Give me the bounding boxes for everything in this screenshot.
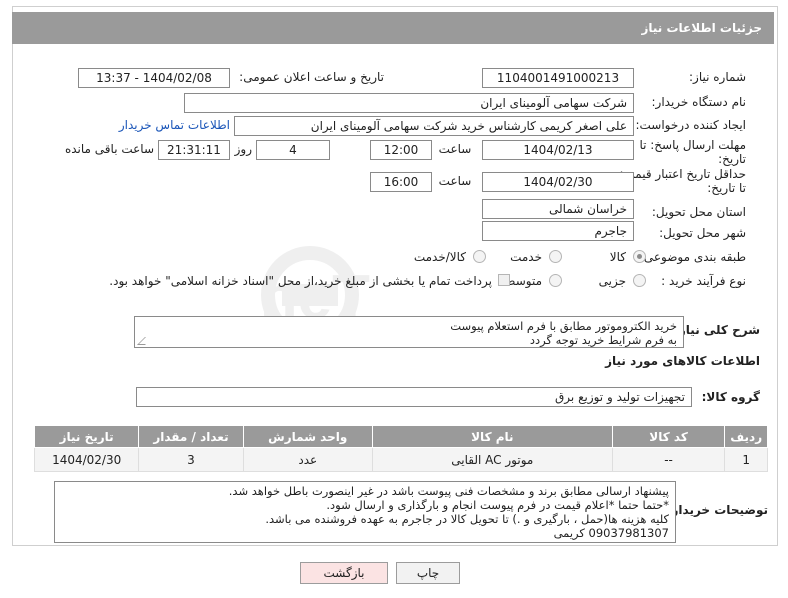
description-label: شرح کلی نیاز: [674, 323, 760, 337]
category-radio-service[interactable] [549, 250, 562, 263]
purchase-option-minor: جزیی [598, 274, 626, 288]
category-label: طبقه بندی موضوعی: [639, 250, 746, 264]
category-radio-goods-service[interactable] [473, 250, 486, 263]
category-radio-goods[interactable] [633, 250, 646, 263]
purchase-radio-minor[interactable] [633, 274, 646, 287]
cell-name: موتور AC القایی [371, 447, 613, 472]
cell-row: 1 [724, 447, 768, 472]
deadline-label-1: مهلت ارسال پاسخ: تا [639, 138, 746, 152]
province-label: استان محل تحویل: [651, 205, 746, 219]
creator-label: ایجاد کننده درخواست: [635, 118, 746, 132]
table-row: 1 -- موتور AC القایی عدد 3 1404/02/30 [33, 447, 768, 472]
purchase-radio-medium[interactable] [549, 274, 562, 287]
deadline-remaining-label: ساعت باقی مانده [64, 142, 154, 156]
validity-time-field: 16:00 [370, 172, 432, 192]
buyer-contact-link[interactable]: اطلاعات تماس خریدار [119, 118, 230, 132]
notes-line-1: پیشنهاد ارسالی مطابق برند و مشخصات فنی پ… [228, 484, 669, 498]
announce-date-label: تاریخ و ساعت اعلان عمومی: [239, 70, 384, 84]
deadline-remaining-field: 21:31:11 [158, 140, 230, 160]
creator-field: علی اصغر کریمی کارشناس خرید شرکت سهامی آ… [234, 116, 634, 136]
col-date: تاریخ نیاز [33, 425, 140, 448]
goods-table-header: ردیف کد کالا نام کالا واحد شمارش تعداد /… [33, 425, 768, 448]
goods-group-label: گروه کالا: [701, 390, 760, 404]
deadline-date-field: 1404/02/13 [482, 140, 634, 160]
print-button[interactable]: چاپ [396, 562, 460, 584]
need-number-label: شماره نیاز: [689, 70, 746, 84]
validity-label-2: تا تاریخ: [707, 181, 746, 195]
cell-date: 1404/02/30 [33, 447, 140, 472]
description-line-1: خرید الکتروموتور مطابق با فرم استعلام پی… [450, 319, 677, 333]
category-option-service: خدمت [510, 250, 542, 264]
deadline-label-2: تاریخ: [718, 152, 746, 166]
col-row: ردیف [724, 425, 768, 448]
announce-date-field: 1404/02/08 - 13:37 [78, 68, 230, 88]
col-qty: تعداد / مقدار [138, 425, 244, 448]
city-label: شهر محل تحویل: [659, 226, 746, 240]
page-title: جزئیات اطلاعات نیاز [12, 12, 774, 44]
notes-textarea[interactable]: پیشنهاد ارسالی مطابق برند و مشخصات فنی پ… [54, 481, 676, 543]
col-unit: واحد شمارش [242, 425, 373, 448]
validity-time-label: ساعت [438, 174, 472, 188]
deadline-time-label: ساعت [438, 142, 472, 156]
notes-line-2: *حتما حتما *اعلام قیمت در فرم پیوست انجا… [326, 498, 669, 512]
goods-section-title: اطلاعات کالاهای مورد نیاز [605, 354, 760, 368]
cell-qty: 3 [138, 447, 244, 472]
goods-table: ردیف کد کالا نام کالا واحد شمارش تعداد /… [33, 425, 768, 472]
treasury-checkbox[interactable] [498, 274, 510, 286]
validity-label-1: حداقل تاریخ اعتبار قیمت: [619, 167, 746, 181]
cell-code: -- [611, 447, 726, 472]
buyer-org-label: نام دستگاه خریدار: [651, 95, 747, 109]
category-option-goods: کالا [609, 250, 626, 264]
notes-line-4: 09037981307 کریمی [553, 526, 669, 540]
validity-date-field: 1404/02/30 [482, 172, 634, 192]
col-code: کد کالا [611, 425, 726, 448]
goods-group-field: تجهیزات تولید و توزیع برق [136, 387, 692, 407]
description-line-2: به فرم شرایط خرید توجه گردد [529, 333, 677, 347]
need-number-field: 1104001491000213 [482, 68, 634, 88]
buyer-org-field: شرکت سهامی آلومینای ایران [184, 93, 634, 113]
category-option-goods-service: کالا/خدمت [413, 250, 466, 264]
deadline-time-field: 12:00 [370, 140, 432, 160]
deadline-days-field: 4 [256, 140, 330, 160]
city-field: جاجرم [482, 221, 634, 241]
province-field: خراسان شمالی [482, 199, 634, 219]
purchase-type-label: نوع فرآیند خرید : [661, 274, 746, 288]
col-name: نام کالا [371, 425, 613, 448]
cell-unit: عدد [242, 447, 373, 472]
treasury-note: پرداخت تمام یا بخشی از مبلغ خرید،از محل … [109, 274, 492, 288]
back-button[interactable]: بازگشت [300, 562, 388, 584]
notes-line-3: کلیه هزینه ها(حمل ، بارگیری و .) تا تحوی… [265, 512, 669, 526]
notes-label: توضیحات خریدار: [666, 503, 768, 517]
description-textarea[interactable]: خرید الکتروموتور مطابق با فرم استعلام پی… [134, 316, 684, 348]
